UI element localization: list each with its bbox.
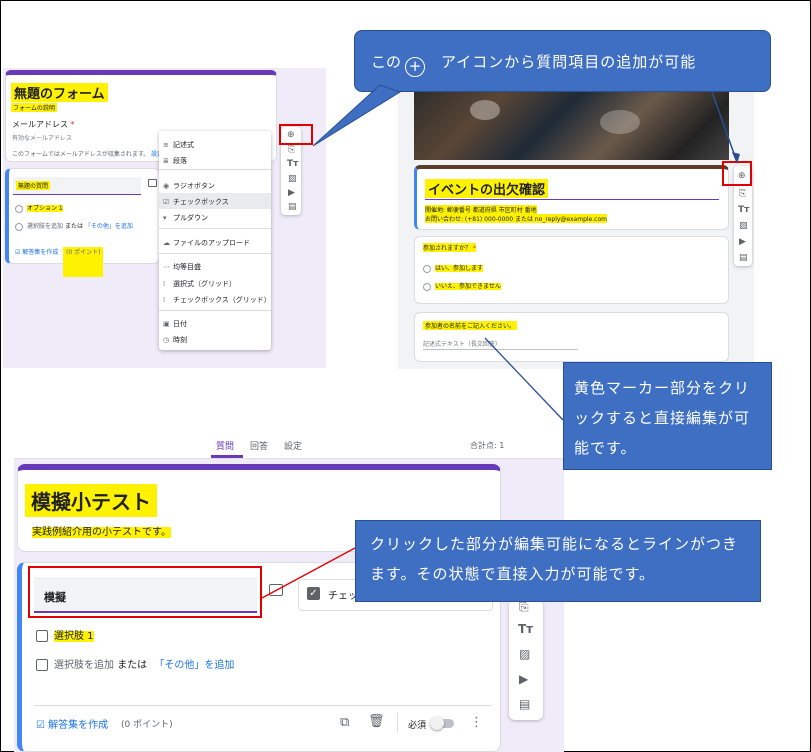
marker-edit-connector bbox=[484, 337, 564, 421]
callout-pointer-right bbox=[711, 91, 738, 163]
edit-line-connector bbox=[261, 547, 356, 599]
callout-pointer-left bbox=[312, 84, 402, 147]
connector-lines bbox=[261, 84, 740, 599]
arrowhead bbox=[732, 152, 740, 164]
